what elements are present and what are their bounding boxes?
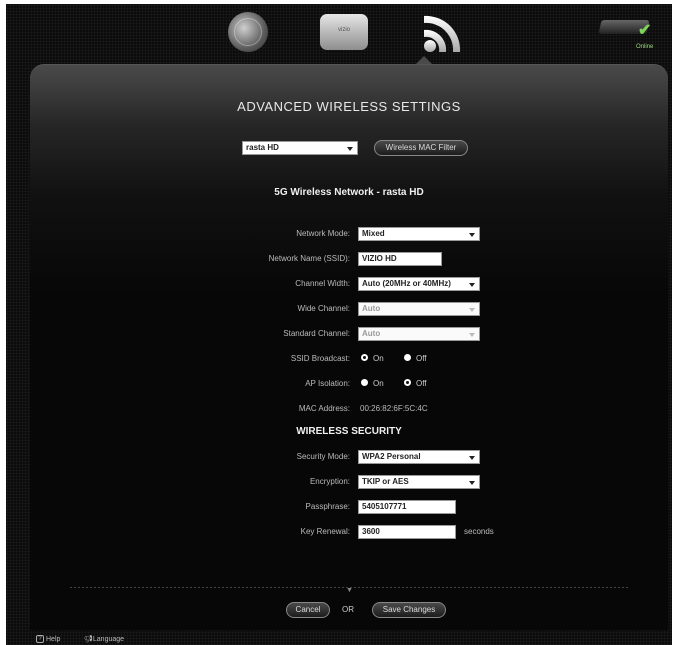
network-mode-label: Network Mode:	[296, 229, 350, 238]
radio-label: Off	[416, 379, 427, 388]
radio-selected-icon	[404, 379, 411, 387]
security-mode-value: WPA2 Personal	[362, 452, 421, 461]
wide-channel-value: Auto	[362, 304, 381, 313]
help-icon: ?	[36, 635, 44, 644]
ssid-label: Network Name (SSID):	[268, 254, 350, 263]
chevron-down-icon	[469, 481, 475, 485]
globe-icon[interactable]	[228, 12, 268, 52]
or-label: OR	[342, 605, 354, 614]
settings-panel: ADVANCED WIRELESS SETTINGS rasta HD Wire…	[30, 64, 668, 630]
language-label: Language	[92, 636, 125, 643]
radio-selected-icon	[361, 354, 368, 362]
standard-channel-select[interactable]: Auto	[358, 327, 480, 341]
standard-channel-label: Standard Channel:	[283, 329, 350, 338]
language-icon: 📢︎	[84, 636, 93, 643]
chevron-down-icon	[469, 233, 475, 237]
mac-filter-button[interactable]: Wireless MAC Filter	[374, 140, 468, 156]
network-mode-select[interactable]: Mixed	[358, 227, 480, 241]
ssid-field[interactable]: VIZIO HD	[358, 252, 442, 266]
encryption-label: Encryption:	[309, 477, 350, 486]
network-select-value: rasta HD	[246, 143, 279, 152]
key-renewal-field[interactable]: 3600	[358, 525, 456, 539]
network-heading: 5G Wireless Network - rasta HD	[274, 187, 424, 198]
ap-isolation-on-radio[interactable]: On	[361, 377, 384, 391]
ssid-broadcast-on-radio[interactable]: On	[361, 352, 384, 366]
check-icon: ✔	[638, 22, 652, 39]
chevron-down-icon: ▼	[346, 587, 353, 594]
cancel-button[interactable]: Cancel	[286, 602, 330, 618]
key-renewal-unit: seconds	[464, 527, 494, 536]
ssid-broadcast-off-radio[interactable]: Off	[404, 352, 427, 366]
security-mode-select[interactable]: WPA2 Personal	[358, 450, 480, 464]
status-text: Online	[636, 44, 654, 50]
key-renewal-label: Key Renewal:	[300, 527, 350, 536]
top-nav: vizio ✔ Online	[6, 4, 672, 62]
help-link[interactable]: ? Help	[36, 634, 60, 645]
passphrase-field[interactable]: 5405107771	[358, 500, 456, 514]
wide-channel-label: Wide Channel:	[297, 304, 350, 313]
passphrase-label: Passphrase:	[305, 502, 350, 511]
app-window: vizio ✔ Online ADVANCED WIRELESS SETTING…	[6, 4, 672, 645]
mac-address-label: MAC Address:	[298, 404, 350, 413]
footer: ? Help 📢︎Language	[6, 634, 672, 645]
radio-label: Off	[416, 354, 427, 363]
router-label: vizio	[337, 27, 350, 33]
wide-channel-select[interactable]: Auto	[358, 302, 480, 316]
page-title: ADVANCED WIRELESS SETTINGS	[237, 99, 461, 114]
encryption-select[interactable]: TKIP or AES	[358, 475, 480, 489]
chevron-down-icon	[469, 283, 475, 287]
channel-width-value: Auto (20MHz or 40MHz)	[362, 279, 451, 288]
radio-label: On	[373, 379, 384, 388]
chevron-down-icon	[469, 333, 475, 337]
ap-isolation-label: AP Isolation:	[305, 379, 350, 388]
ap-isolation-off-radio[interactable]: Off	[404, 377, 427, 391]
router-icon[interactable]: vizio	[320, 14, 368, 50]
network-select[interactable]: rasta HD	[242, 141, 358, 155]
chevron-down-icon	[469, 308, 475, 312]
save-changes-button[interactable]: Save Changes	[372, 602, 446, 618]
security-mode-label: Security Mode:	[296, 452, 350, 461]
language-link[interactable]: 📢︎Language	[84, 634, 124, 645]
standard-channel-value: Auto	[362, 329, 381, 338]
tab-pointer	[416, 56, 432, 64]
radio-unselected-icon	[361, 379, 368, 387]
wireless-icon[interactable]	[418, 10, 470, 56]
radio-label: On	[373, 354, 384, 363]
channel-width-select[interactable]: Auto (20MHz or 40MHz)	[358, 277, 480, 291]
modem-icon[interactable]: ✔ Online	[596, 14, 658, 50]
chevron-down-icon	[469, 456, 475, 460]
encryption-value: TKIP or AES	[362, 477, 409, 486]
network-mode-value: Mixed	[362, 229, 385, 238]
ssid-broadcast-label: SSID Broadcast:	[290, 354, 350, 363]
radio-unselected-icon	[404, 354, 411, 362]
mac-address-value: 00:26:82:6F:5C:4C	[360, 404, 428, 413]
help-label: Help	[46, 636, 61, 643]
security-heading: WIRELESS SECURITY	[296, 426, 402, 437]
channel-width-label: Channel Width:	[295, 279, 350, 288]
chevron-down-icon	[347, 147, 353, 151]
